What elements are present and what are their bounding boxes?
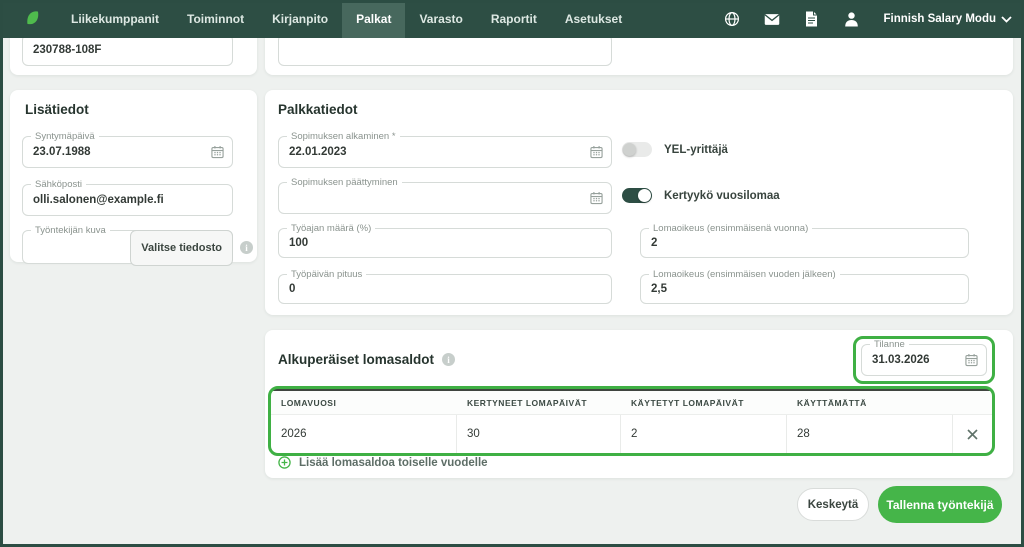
- vacation-balances-title: Alkuperäiset lomasaldot: [278, 352, 434, 367]
- nav-item-liikekumppanit[interactable]: Liikekumppanit: [57, 0, 173, 38]
- main-menu: Liikekumppanit Toiminnot Kirjanpito Palk…: [57, 0, 636, 38]
- col-header-kayttamatta: KÄYTTÄMÄTTÄ: [787, 398, 953, 408]
- holiday-first-year-input[interactable]: Lomaoikeus (ensimmäisenä vuonna) 2: [640, 228, 969, 258]
- vacation-balances-card: Alkuperäiset lomasaldot i Tilanne 31.03.…: [265, 330, 1013, 478]
- employee-photo-field: Työntekijän kuva Valitse tiedosto: [22, 230, 233, 264]
- close-icon: [967, 429, 978, 440]
- cell-kertyneet[interactable]: 30: [457, 415, 621, 453]
- choose-file-button[interactable]: Valitse tiedosto: [130, 230, 233, 266]
- vacation-accrual-toggle-row[interactable]: Kertyykö vuosilomaa: [622, 188, 780, 203]
- workday-length-input[interactable]: Työpäivän pituus 0: [278, 274, 612, 304]
- document-icon[interactable]: [804, 11, 820, 27]
- delete-row-button[interactable]: [953, 415, 992, 453]
- holiday-first-year-label: Lomaoikeus (ensimmäisenä vuonna): [649, 222, 812, 235]
- tilanne-label: Tilanne: [870, 338, 909, 351]
- holiday-after-first-value: 2,5: [651, 283, 667, 295]
- tilanne-value: 31.03.2026: [872, 354, 930, 366]
- contract-start-input[interactable]: Sopimuksen alkaminen * 22.01.2023: [278, 136, 612, 168]
- email-input[interactable]: Sähköposti olli.salonen@example.fi: [22, 184, 233, 216]
- calendar-icon[interactable]: [590, 146, 603, 159]
- holiday-first-year-value: 2: [651, 237, 657, 249]
- holiday-after-first-input[interactable]: Lomaoikeus (ensimmäisen vuoden jälkeen) …: [640, 274, 969, 304]
- yel-toggle[interactable]: [622, 142, 652, 157]
- additional-info-title: Lisätiedot: [25, 102, 89, 117]
- cancel-button[interactable]: Keskeytä: [797, 488, 869, 521]
- cell-kayttamatta[interactable]: 28: [787, 415, 953, 453]
- birth-date-label: Syntymäpäivä: [31, 130, 99, 143]
- mail-icon[interactable]: [764, 11, 780, 27]
- calendar-icon[interactable]: [211, 146, 224, 159]
- account-switcher[interactable]: Finnish Salary Modu: [884, 13, 1012, 25]
- table-row: 2026 30 2 28: [271, 414, 992, 454]
- toggle-knob: [638, 189, 651, 202]
- add-balance-link[interactable]: Lisää lomasaldoa toiselle vuodelle: [278, 456, 488, 469]
- contract-end-input[interactable]: Sopimuksen päättyminen: [278, 182, 612, 214]
- vacation-accrual-toggle[interactable]: [622, 188, 652, 203]
- info-icon[interactable]: i: [442, 353, 455, 366]
- holiday-after-first-label: Lomaoikeus (ensimmäisen vuoden jälkeen): [649, 268, 840, 281]
- nav-item-kirjanpito[interactable]: Kirjanpito: [258, 0, 342, 38]
- truncated-top-input[interactable]: [278, 34, 612, 66]
- top-navbar: Liikekumppanit Toiminnot Kirjanpito Palk…: [0, 0, 1024, 38]
- work-time-percent-label: Työajan määrä (%): [287, 222, 375, 235]
- workday-length-label: Työpäivän pituus: [287, 268, 366, 281]
- personal-id-value: 230788-108F: [33, 44, 101, 56]
- save-employee-button[interactable]: Tallenna työntekijä: [878, 486, 1002, 523]
- calendar-icon[interactable]: [590, 192, 603, 205]
- col-header-kaytetyt: KÄYTETYT LOMAPÄIVÄT: [621, 398, 787, 408]
- globe-icon[interactable]: [724, 11, 740, 27]
- contract-end-label: Sopimuksen päättyminen: [287, 176, 402, 189]
- tilanne-date-input[interactable]: Tilanne 31.03.2026: [861, 344, 987, 376]
- salary-details-title: Palkkatiedot: [278, 102, 358, 117]
- col-header-lomavuosi: LOMAVUOSI: [271, 398, 457, 408]
- info-icon[interactable]: i: [240, 241, 253, 254]
- contract-start-value: 22.01.2023: [289, 146, 347, 158]
- payroll-employee-page: Liikekumppanit Toiminnot Kirjanpito Palk…: [0, 0, 1024, 547]
- birth-date-value: 23.07.1988: [33, 146, 91, 158]
- plus-circle-icon: [278, 456, 291, 469]
- toggle-knob: [623, 143, 636, 156]
- user-icon[interactable]: [844, 11, 860, 27]
- col-header-kertyneet: KERTYNEET LOMAPÄIVÄT: [457, 398, 621, 408]
- vacation-accrual-toggle-label: Kertyykö vuosilomaa: [664, 190, 780, 202]
- personal-id-input[interactable]: 230788-108F: [22, 34, 233, 66]
- email-label: Sähköposti: [31, 178, 86, 191]
- nav-item-toiminnot[interactable]: Toiminnot: [173, 0, 258, 38]
- nav-item-asetukset[interactable]: Asetukset: [551, 0, 636, 38]
- workday-length-value: 0: [289, 283, 295, 295]
- yel-toggle-row[interactable]: YEL-yrittäjä: [622, 142, 728, 157]
- salary-details-card: Palkkatiedot Sopimuksen alkaminen * 22.0…: [265, 90, 1013, 315]
- birth-date-input[interactable]: Syntymäpäivä 23.07.1988: [22, 136, 233, 168]
- additional-info-card: Lisätiedot Syntymäpäivä 23.07.1988 Sähkö…: [10, 90, 257, 262]
- work-time-percent-value: 100: [289, 237, 308, 249]
- vacation-balance-table: LOMAVUOSI KERTYNEET LOMAPÄIVÄT KÄYTETYT …: [271, 389, 992, 454]
- navbar-right: Finnish Salary Modu: [724, 11, 1012, 27]
- cell-lomavuosi[interactable]: 2026: [271, 415, 457, 453]
- app-logo-leaf-icon[interactable]: [24, 10, 41, 29]
- cell-kaytetyt[interactable]: 2: [621, 415, 787, 453]
- work-time-percent-input[interactable]: Työajan määrä (%) 100: [278, 228, 612, 258]
- yel-toggle-label: YEL-yrittäjä: [664, 144, 728, 156]
- table-header-row: LOMAVUOSI KERTYNEET LOMAPÄIVÄT KÄYTETYT …: [271, 391, 992, 414]
- nav-item-varasto[interactable]: Varasto: [405, 0, 476, 38]
- calendar-icon[interactable]: [965, 354, 978, 367]
- account-label: Finnish Salary Modu: [884, 13, 996, 25]
- contract-start-label: Sopimuksen alkaminen *: [287, 130, 400, 143]
- employee-photo-label: Työntekijän kuva: [31, 224, 110, 237]
- nav-item-raportit[interactable]: Raportit: [477, 0, 551, 38]
- chevron-down-icon: [1001, 16, 1012, 23]
- add-balance-link-label: Lisää lomasaldoa toiselle vuodelle: [299, 457, 488, 469]
- nav-item-palkat-active[interactable]: Palkat: [342, 0, 405, 38]
- email-value: olli.salonen@example.fi: [33, 194, 164, 206]
